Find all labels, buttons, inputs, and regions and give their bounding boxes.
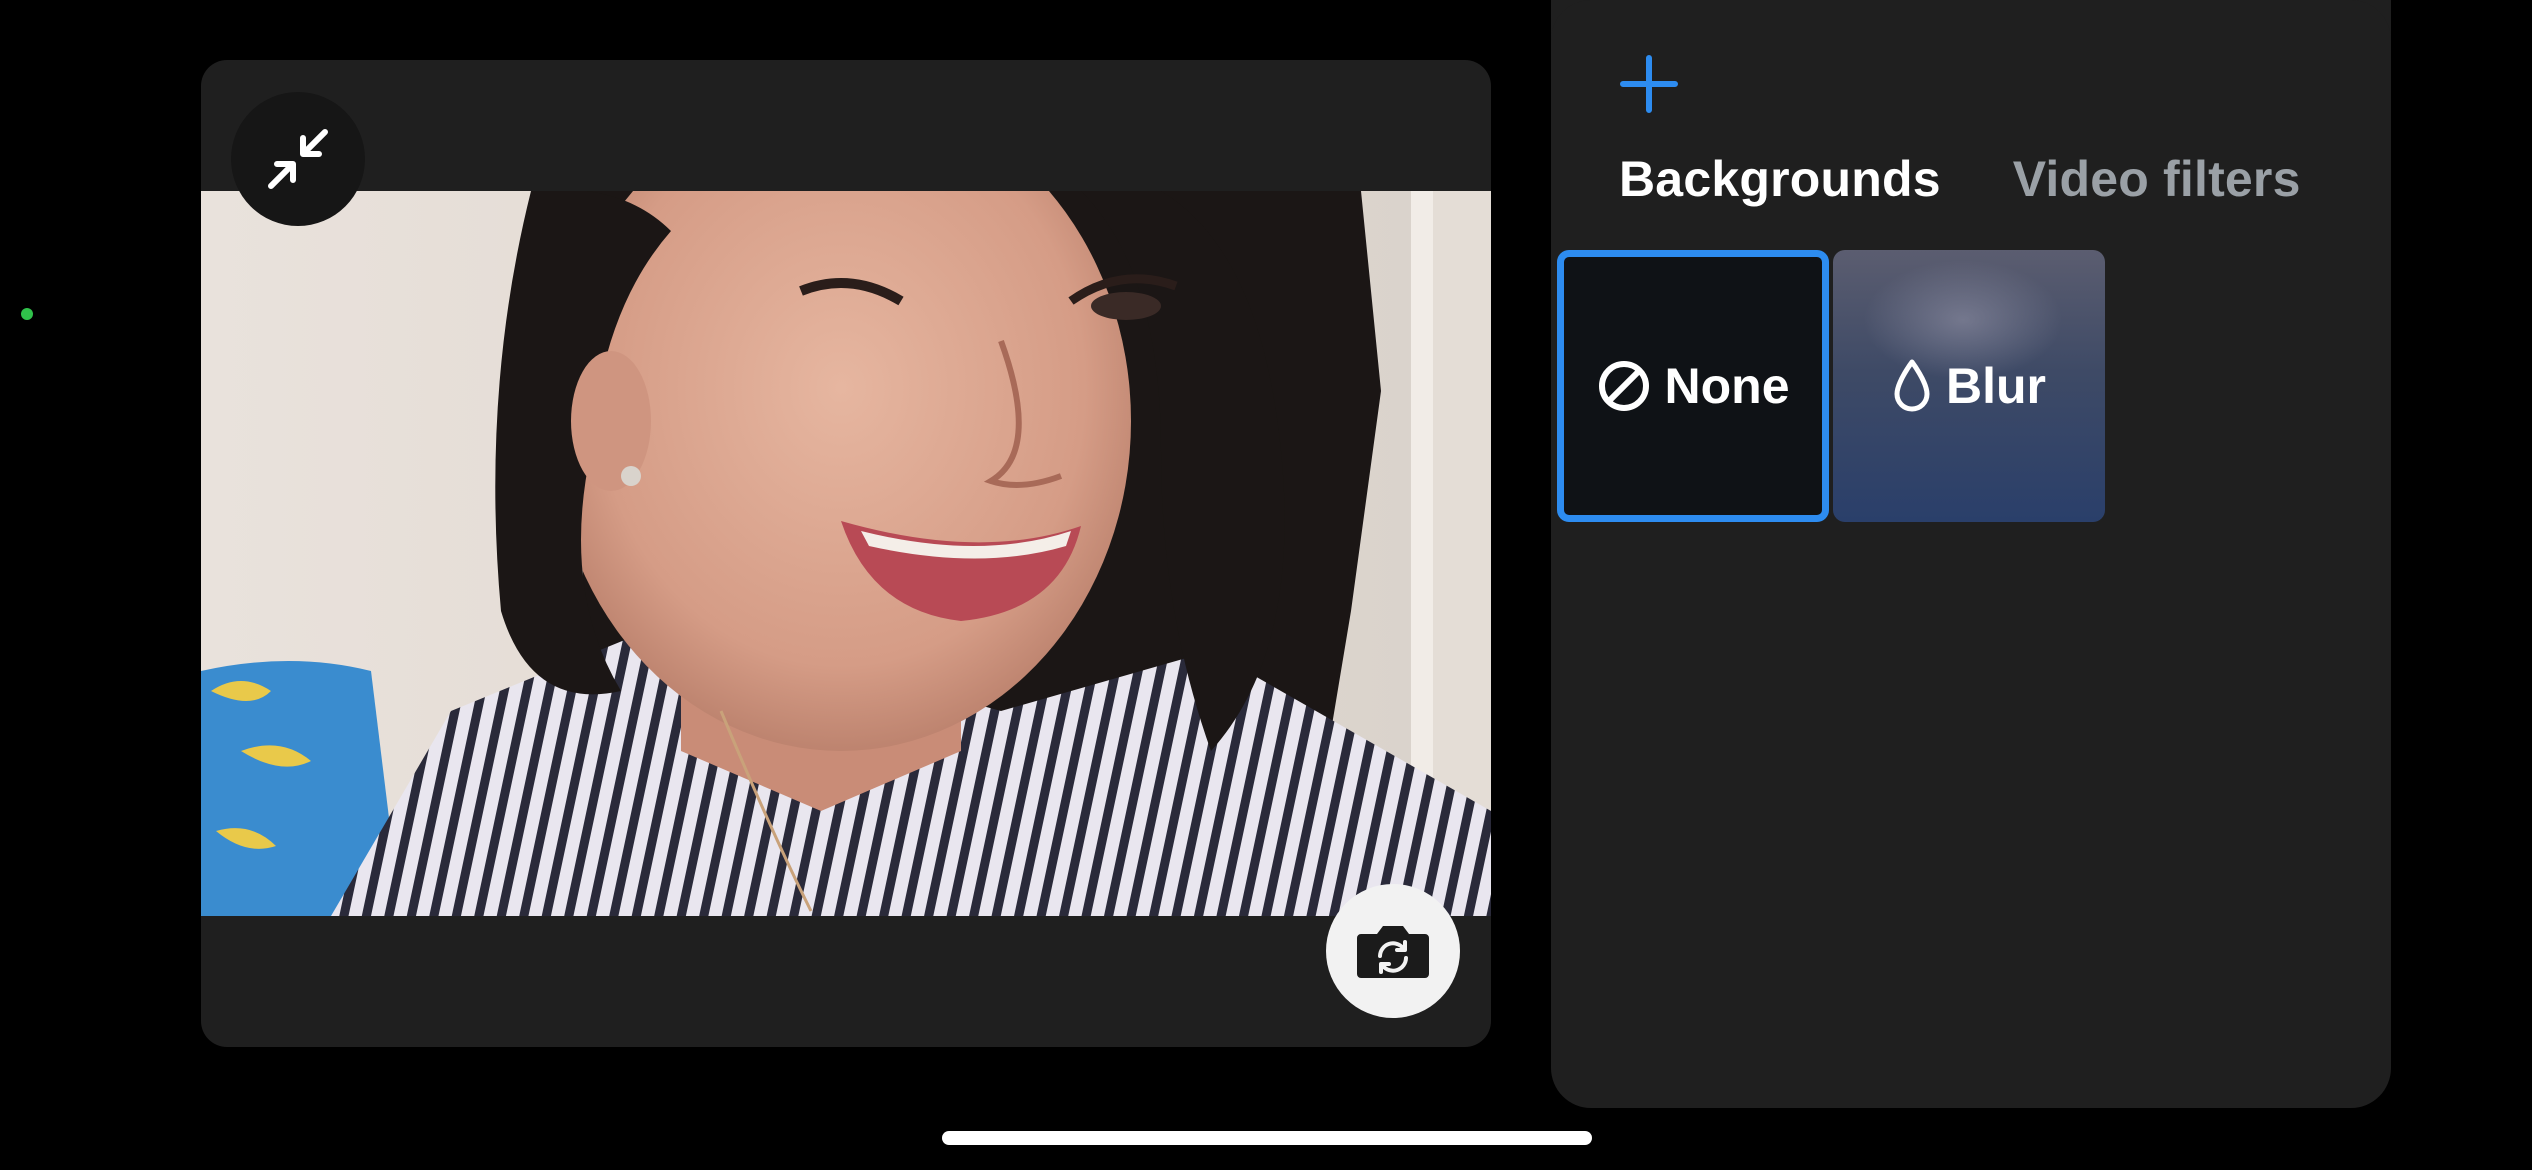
background-option-blur[interactable]: Blur (1833, 250, 2105, 522)
flip-camera-button[interactable] (1326, 884, 1460, 1018)
minimize-button[interactable] (231, 92, 365, 226)
camera-flip-icon (1357, 926, 1429, 978)
tab-backgrounds[interactable]: Backgrounds (1619, 150, 1941, 208)
add-background-button[interactable] (1617, 52, 1681, 116)
background-options: None Blur (1557, 250, 2105, 522)
effects-tabs: Backgrounds Video filters (1619, 150, 2301, 208)
home-indicator[interactable] (942, 1131, 1592, 1145)
minimize-arrows-icon (268, 129, 328, 189)
tab-video-filters[interactable]: Video filters (2013, 150, 2301, 208)
camera-preview (201, 191, 1491, 916)
screen: Backgrounds Video filters None Blur (0, 0, 2532, 1170)
effects-panel: Backgrounds Video filters None Blur (1551, 0, 2391, 1108)
droplet-icon (1894, 359, 1930, 412)
plus-icon (1620, 55, 1678, 113)
prohibited-icon (1598, 361, 1649, 411)
option-label: Blur (1946, 358, 2046, 414)
option-label: None (1664, 358, 1790, 414)
camera-in-use-indicator (21, 308, 33, 320)
camera-preview-card (201, 60, 1491, 1047)
background-option-none[interactable]: None (1557, 250, 1829, 522)
